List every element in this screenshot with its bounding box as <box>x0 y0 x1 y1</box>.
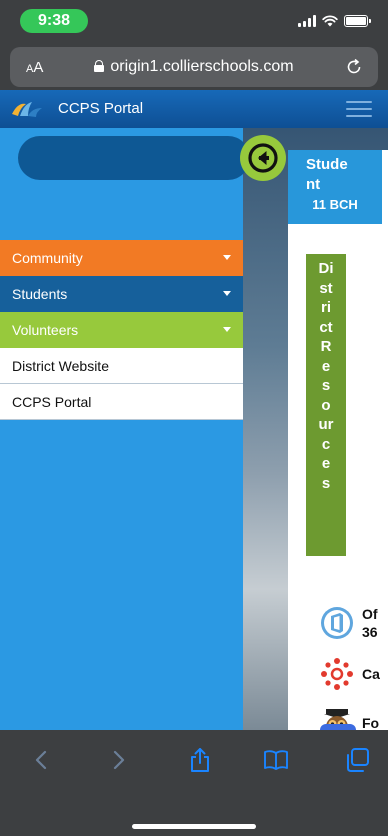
district-resources-letter: Di <box>318 260 334 277</box>
district-resources-letter: ur <box>318 416 334 433</box>
app-office-365[interactable]: Of 36 <box>320 605 378 641</box>
caret-down-icon <box>223 255 231 260</box>
district-resources-letter: ri <box>320 299 331 316</box>
main-content-column: Stude nt 11 BCH Di st ri ct Re s o ur c e s Of 36 <box>288 150 388 730</box>
sidebar-item-district-website[interactable]: District Website <box>0 348 243 384</box>
portal-header: CCPS Portal <box>0 90 388 128</box>
district-resources-letter: e <box>321 455 331 472</box>
sidebar-item-label: Volunteers <box>12 322 79 338</box>
arrow-left-circle-icon <box>248 143 278 173</box>
url-text: origin1.collierschools.com <box>110 58 294 75</box>
district-resources-letter: c <box>321 435 331 453</box>
student-grade: 11 BCH <box>312 197 358 212</box>
cellular-signal-icon <box>298 15 316 27</box>
status-time[interactable]: 9:38 <box>20 9 88 33</box>
status-icons <box>298 15 371 27</box>
district-resources-heading[interactable]: Di st ri ct Re s o ur c e s <box>306 254 346 556</box>
district-resources-letter: s <box>321 377 331 394</box>
office-365-icon <box>321 607 353 639</box>
ccps-logo-icon[interactable] <box>10 98 44 120</box>
wifi-icon <box>322 15 338 27</box>
sidebar-item-ccps-portal[interactable]: CCPS Portal <box>0 384 243 420</box>
student-card[interactable]: Stude nt 11 BCH <box>288 150 382 224</box>
battery-icon <box>344 15 371 27</box>
sidebar-item-volunteers[interactable]: Volunteers <box>0 312 243 348</box>
sidebar: Community Students Volunteers District W… <box>0 128 250 730</box>
student-card-title-2: nt <box>306 176 321 193</box>
share-icon[interactable] <box>186 746 214 774</box>
tabs-icon[interactable] <box>344 746 372 774</box>
app-label-line1: Of <box>362 606 378 622</box>
district-resources-letter: o <box>321 396 331 414</box>
app-canvas[interactable]: Ca <box>320 657 380 691</box>
safari-toolbar <box>0 730 388 836</box>
sidebar-item-label: District Website <box>12 357 109 374</box>
district-resources-letter: s <box>321 474 331 492</box>
student-card-title-1: Stude <box>306 156 348 173</box>
sidebar-item-label: Students <box>12 286 68 302</box>
app-label-line1: Ca <box>362 666 380 682</box>
home-indicator[interactable] <box>132 824 256 829</box>
sidebar-nav: Community Students Volunteers District W… <box>0 240 243 420</box>
address-bar[interactable]: AA origin1.collierschools.com <box>10 47 378 87</box>
web-content: CCPS Portal Community Students Volunteer… <box>0 90 388 730</box>
address-area: AA origin1.collierschools.com <box>0 44 388 90</box>
reload-icon[interactable] <box>344 57 364 77</box>
lock-icon <box>94 60 105 72</box>
url-field[interactable]: origin1.collierschools.com <box>10 58 378 76</box>
back-icon[interactable] <box>28 746 56 774</box>
district-resources-letter: ct <box>319 318 333 336</box>
search-input[interactable] <box>18 136 250 180</box>
status-bar: 9:38 <box>0 0 388 44</box>
forward-icon[interactable] <box>104 746 132 774</box>
district-resources-letter: e <box>321 357 331 375</box>
collapse-sidebar-button[interactable] <box>240 135 286 181</box>
sidebar-item-community[interactable]: Community <box>0 240 243 276</box>
sidebar-item-label: CCPS Portal <box>12 393 92 410</box>
menu-hamburger-icon[interactable] <box>346 98 372 120</box>
caret-down-icon <box>223 291 231 296</box>
district-resources-letter: st <box>319 279 333 297</box>
sidebar-item-students[interactable]: Students <box>0 276 243 312</box>
app-label-line1: Fo <box>362 715 380 730</box>
sidebar-item-label: Community <box>12 250 83 266</box>
canvas-icon <box>321 658 353 690</box>
caret-down-icon <box>223 327 231 332</box>
portal-title[interactable]: CCPS Portal <box>58 100 143 117</box>
app-label-line2: 36 <box>362 624 378 640</box>
bookmarks-icon[interactable] <box>262 746 290 774</box>
district-resources-letter: R <box>320 338 332 355</box>
